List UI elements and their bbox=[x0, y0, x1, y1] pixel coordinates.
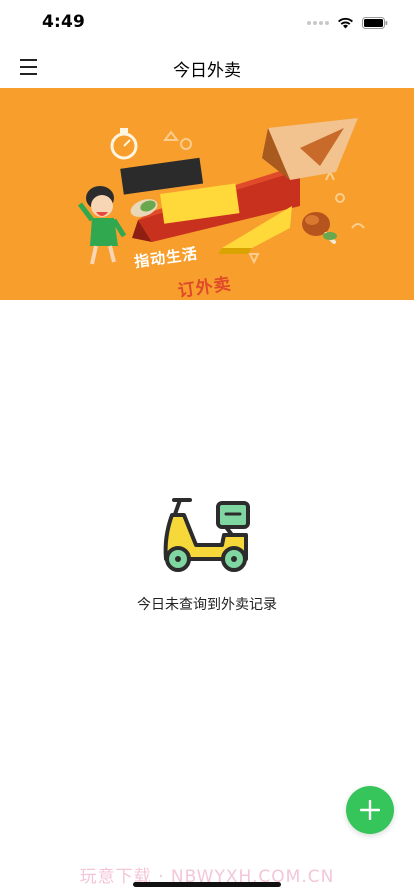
plus-icon bbox=[360, 800, 380, 820]
add-button[interactable] bbox=[346, 786, 394, 834]
status-bar: 4:49 bbox=[0, 0, 414, 46]
home-indicator[interactable] bbox=[133, 882, 281, 887]
signal-dots-icon bbox=[307, 21, 329, 25]
battery-icon bbox=[362, 17, 388, 29]
empty-state-message: 今日未查询到外卖记录 bbox=[137, 597, 277, 613]
chicken-leg-icon bbox=[302, 212, 337, 244]
banner-illustration bbox=[78, 118, 365, 265]
scooter-icon bbox=[163, 498, 250, 572]
status-time: 4:49 bbox=[42, 12, 86, 32]
wifi-icon bbox=[338, 17, 353, 29]
empty-state: 今日未查询到外卖记录 bbox=[0, 493, 414, 613]
promo-banner[interactable]: 指动生活 订外卖 bbox=[0, 88, 414, 300]
status-icons bbox=[307, 16, 388, 30]
character-illustration bbox=[78, 186, 127, 265]
nav-bar: 今日外卖 bbox=[0, 46, 414, 88]
page-title: 今日外卖 bbox=[173, 61, 241, 81]
stopwatch-icon bbox=[110, 128, 138, 160]
